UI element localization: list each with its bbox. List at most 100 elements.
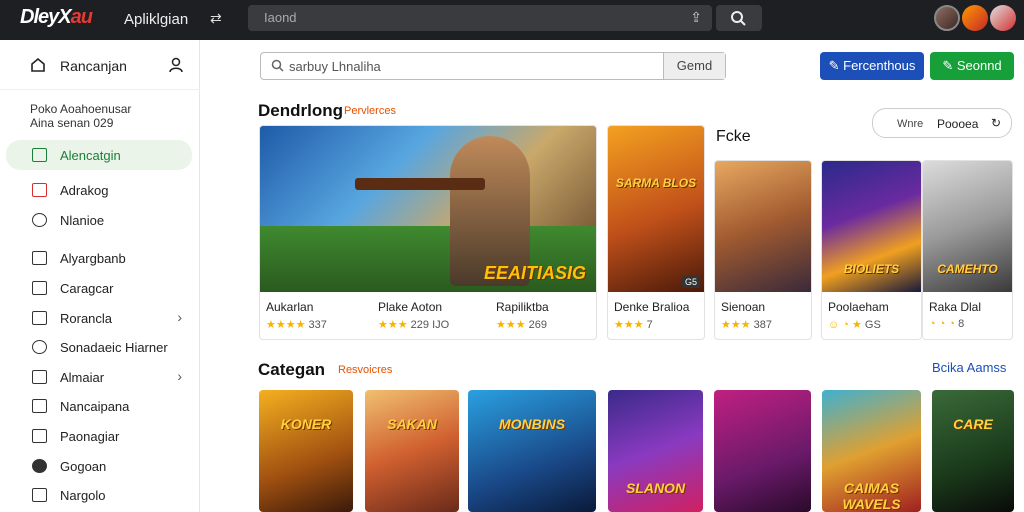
sidebar-subtitle: Poko Aoahoenusar Aina senan 029: [30, 102, 131, 130]
top-search-input[interactable]: Iaond ⇪: [248, 5, 712, 31]
filter-left-label: Wnre: [897, 118, 924, 130]
upload-icon[interactable]: ⇪: [690, 9, 702, 26]
featured-subtitle: Pervlerces: [344, 105, 396, 117]
card-icon: [32, 399, 47, 413]
filter-right-label: Poooea: [937, 117, 979, 131]
chevron-right-icon: ›: [177, 368, 182, 384]
rating-value: 387: [753, 319, 773, 331]
game-card-caption: CAMEHTO: [937, 262, 998, 276]
banner-rifle: [355, 178, 485, 190]
swap-icon[interactable]: ⇄: [210, 10, 222, 27]
sidebar-item-label: Alyargbanb: [60, 251, 126, 266]
sidebar-item-1[interactable]: Alencatgin: [6, 140, 192, 170]
primary-button[interactable]: ✎ Fercenthous: [820, 52, 924, 80]
sidebar-item-4[interactable]: Alyargbanb: [6, 243, 192, 273]
category-tile-caption: CARE: [953, 416, 993, 432]
rating-value: 337: [308, 319, 327, 331]
game-rating: ★★★ 7: [614, 318, 653, 331]
avatar[interactable]: [934, 5, 960, 31]
globe-icon: [32, 459, 47, 473]
top-search-button[interactable]: [716, 5, 762, 31]
banner-art: EEAITIASIG: [260, 126, 596, 292]
mail-icon: [32, 183, 47, 197]
chevron-right-icon: ›: [177, 309, 182, 325]
featured-banner-card[interactable]: EEAITIASIG Aukarlan ★★★★ 337 Plake Aoton ★★…: [259, 125, 597, 340]
refresh-icon[interactable]: ↻: [991, 116, 1001, 130]
sidebar-item-8[interactable]: Almaiar ›: [6, 362, 192, 392]
sidebar-item-5[interactable]: Caragcar: [6, 273, 192, 303]
avatar[interactable]: [962, 5, 988, 31]
game-card[interactable]: CAMEHTO Raka Dlal ◔ ◔ ◔ 8: [922, 160, 1013, 340]
clock-icon: [32, 213, 47, 227]
game-search-input[interactable]: sarbuy Lhnaliha Gemd: [260, 52, 726, 80]
square-icon: [32, 488, 47, 502]
home-icon[interactable]: [30, 57, 46, 73]
sidebar-subtitle-line: Aina senan 029: [30, 116, 114, 130]
avatar[interactable]: [990, 5, 1016, 31]
secondary-button-label: Seonnd: [956, 58, 1002, 73]
star-rating-icon: ☺ ◔ ★: [828, 319, 862, 331]
star-rating-icon: ◔ ◔ ◔: [929, 318, 956, 330]
app-logo[interactable]: DleyXau: [20, 6, 93, 29]
game-card[interactable]: Sienoan ★★★ 387: [714, 160, 812, 340]
sidebar-item-7[interactable]: Sonadaeic Hiarner: [6, 332, 192, 362]
see-all-link[interactable]: Bcika Aamss: [932, 360, 1006, 375]
search-submit-button[interactable]: Gemd: [663, 53, 725, 79]
sidebar-item-6[interactable]: Rorancla ›: [6, 303, 192, 333]
game-rating: ★★★★ 337: [266, 318, 327, 331]
game-name: Denke Bralioa: [614, 300, 690, 314]
bag-icon: [32, 311, 47, 325]
sidebar-item-3[interactable]: Nlanioe: [6, 205, 192, 235]
star-rating-icon: ★★★: [378, 319, 408, 331]
category-tile-caption: KONER: [280, 416, 332, 432]
sidebar: Rancanjan Poko Aoahoenusar Aina senan 02…: [0, 40, 200, 512]
gamepad-icon: [32, 148, 47, 162]
sidebar-item-12[interactable]: Nargolo: [6, 480, 192, 510]
game-name: Plake Aoton: [378, 300, 443, 314]
sidebar-item-label: Gogoan: [60, 459, 107, 474]
gear-icon: [32, 340, 47, 354]
sidebar-item-label: Adrakog: [60, 183, 109, 198]
category-tile-caption: SLANON: [625, 480, 686, 496]
sidebar-item-9[interactable]: Nancaipana: [6, 391, 192, 421]
sidebar-item-label: Nargolo: [60, 488, 106, 503]
user-icon[interactable]: [168, 57, 184, 73]
star-rating-icon: ★★★★: [266, 319, 306, 331]
category-tile-caption: CAIMAS WAVELS: [842, 480, 901, 512]
category-tile[interactable]: CAIMAS WAVELS: [822, 390, 921, 512]
category-tile[interactable]: [714, 390, 811, 512]
game-card[interactable]: SARMA BLOS G5 Denke Bralioa ★★★ 7: [607, 125, 705, 340]
category-tile[interactable]: SAKAN: [365, 390, 459, 512]
banner-caption: EEAITIASIG: [483, 263, 586, 283]
sidebar-item-label: Alencatgin: [60, 148, 121, 163]
category-tile[interactable]: SLANON: [608, 390, 703, 512]
category-tile[interactable]: KONER: [259, 390, 353, 512]
app-title: Apliklgian: [124, 11, 189, 28]
sidebar-item-10[interactable]: Paonagiar: [6, 421, 192, 451]
category-tile[interactable]: CARE: [932, 390, 1014, 512]
building-icon: [32, 429, 47, 443]
game-name: Rapiliktba: [496, 300, 549, 314]
category-tile[interactable]: MONBINS: [468, 390, 596, 512]
star-rating-icon: ★★★: [496, 319, 526, 331]
game-rating: ★★★ 269: [496, 318, 547, 331]
star-rating-icon: ★★★: [721, 319, 751, 331]
featured-title: Dendrlong: [258, 101, 343, 120]
search-icon: [271, 59, 284, 72]
top-bar: DleyXau Apliklgian ⇄ Iaond ⇪: [0, 0, 1024, 40]
filter-box[interactable]: Wnre Poooea ↻: [872, 108, 1012, 138]
sidebar-item-label: Almaiar: [60, 370, 105, 385]
game-card[interactable]: BIOLIETS Poolaeham ☺ ◔ ★ GS: [821, 160, 922, 340]
categories-title: Categan: [258, 360, 326, 379]
sidebar-item-label: Rorancla: [60, 311, 113, 326]
rating-value: 229 IJO: [410, 319, 450, 331]
box-icon: [32, 281, 47, 295]
sidebar-title: Rancanjan: [60, 58, 127, 74]
sidebar-subtitle-line: Poko Aoahoenusar: [30, 102, 132, 116]
main-content: sarbuy Lhnaliha Gemd ✎ Fercenthous ✎ Seo…: [200, 40, 1024, 512]
sidebar-item-2[interactable]: Adrakog: [6, 175, 192, 205]
sidebar-item-11[interactable]: Gogoan: [6, 451, 192, 481]
secondary-button[interactable]: ✎ Seonnd: [930, 52, 1014, 80]
game-card-art: BIOLIETS: [822, 161, 921, 292]
category-tile-caption: MONBINS: [498, 416, 566, 432]
